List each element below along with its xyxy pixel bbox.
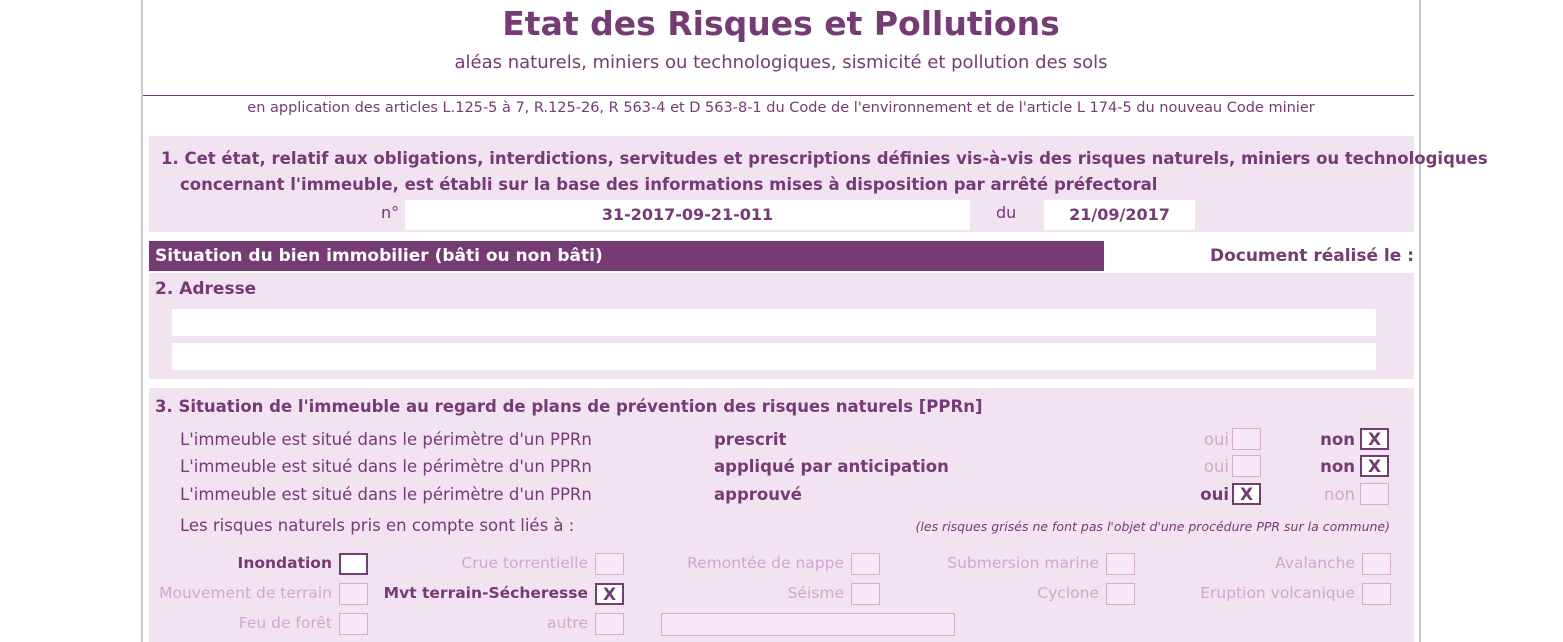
document-date: Document réalisé le : 03/08/2018 bbox=[1209, 246, 1414, 296]
oui-checkbox[interactable]: X bbox=[1232, 483, 1261, 505]
autre-text-field[interactable] bbox=[661, 613, 955, 636]
risk-autre: autre bbox=[149, 613, 624, 637]
ppr-row-prescrit: L'immeuble est situé dans le périmètre d… bbox=[149, 428, 1414, 454]
ppr-row-description: L'immeuble est situé dans le périmètre d… bbox=[180, 430, 592, 449]
arrete-number-label: n° bbox=[381, 203, 400, 222]
risk-label: Avalanche bbox=[1275, 554, 1355, 572]
page-border-left bbox=[141, 0, 143, 642]
ppr-row-approuve: L'immeuble est situé dans le périmètre d… bbox=[149, 483, 1414, 509]
page-title: Etat des Risques et Pollutions bbox=[502, 4, 1060, 43]
page-border-right bbox=[1419, 0, 1421, 642]
address-line1-field[interactable] bbox=[172, 309, 1376, 336]
ppr-row-anticipation: L'immeuble est situé dans le périmètre d… bbox=[149, 455, 1414, 481]
risk-avalanche: Avalanche bbox=[149, 553, 1391, 577]
oui-label: oui bbox=[1203, 457, 1229, 476]
risk-checkbox[interactable] bbox=[1362, 583, 1391, 605]
oui-label: oui bbox=[1200, 485, 1229, 504]
non-label: non bbox=[1320, 430, 1355, 449]
non-checkbox[interactable]: X bbox=[1360, 455, 1389, 477]
non-checkbox[interactable] bbox=[1360, 483, 1389, 505]
ppr-row-description: L'immeuble est situé dans le périmètre d… bbox=[180, 485, 592, 504]
ppr-row-description: L'immeuble est situé dans le périmètre d… bbox=[180, 457, 592, 476]
section1-text-line2: concernant l'immeuble, est établi sur la… bbox=[180, 175, 1158, 194]
oui-label: oui bbox=[1203, 430, 1229, 449]
risk-checkbox[interactable] bbox=[595, 613, 624, 635]
pprn-heading: 3. Situation de l'immeuble au regard de … bbox=[155, 397, 983, 416]
risk-eruption-volcanique: Eruption volcanique bbox=[149, 583, 1391, 607]
risk-checkbox[interactable] bbox=[1362, 553, 1391, 575]
situation-section-header: Situation du bien immobilier (bâti ou no… bbox=[149, 241, 1104, 271]
arrete-date-field[interactable]: 21/09/2017 bbox=[1044, 200, 1195, 230]
section1-text-line1: 1. Cet état, relatif aux obligations, in… bbox=[161, 149, 1488, 168]
address-line2-field[interactable] bbox=[172, 343, 1376, 370]
adresse-heading: 2. Adresse bbox=[155, 279, 257, 299]
oui-checkbox[interactable] bbox=[1232, 428, 1261, 450]
risks-intro: Les risques naturels pris en compte sont… bbox=[180, 516, 575, 535]
arrete-number-field[interactable]: 31-2017-09-21-011 bbox=[405, 200, 970, 230]
non-label: non bbox=[1323, 485, 1355, 504]
section-arrete: 1. Cet état, relatif aux obligations, in… bbox=[149, 136, 1488, 232]
ppr-row-kind: approuvé bbox=[714, 485, 802, 504]
ppr-row-kind: prescrit bbox=[714, 430, 787, 449]
risks-note: (les risques grisés ne font pas l'objet … bbox=[915, 519, 1390, 534]
non-checkbox[interactable]: X bbox=[1360, 428, 1389, 450]
header-divider bbox=[143, 95, 1414, 96]
risk-label: Eruption volcanique bbox=[1200, 584, 1355, 602]
legal-reference: en application des articles L.125-5 à 7,… bbox=[247, 100, 1315, 116]
section-adresse: 2. Adresse bbox=[149, 273, 1414, 379]
section-pprn: 3. Situation de l'immeuble au regard de … bbox=[149, 388, 1414, 642]
page-subtitle: aléas naturels, miniers ou technologique… bbox=[454, 52, 1108, 73]
non-label: non bbox=[1320, 457, 1355, 476]
ppr-row-kind: appliqué par anticipation bbox=[714, 457, 949, 476]
arrete-date-label: du bbox=[996, 203, 1017, 222]
oui-checkbox[interactable] bbox=[1232, 455, 1261, 477]
risk-label: autre bbox=[547, 614, 588, 632]
